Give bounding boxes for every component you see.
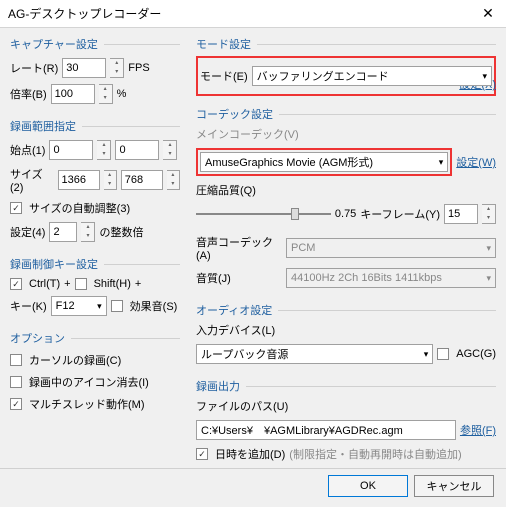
size-w-spinner[interactable]: ▴▾ (104, 170, 117, 190)
options-group: オプション カーソルの録画(C) 録画中のアイコン消去(I) マルチスレッド動作… (10, 330, 180, 412)
ok-button[interactable]: OK (328, 475, 408, 497)
footer: OK キャンセル (0, 468, 506, 503)
scale-spinner[interactable]: ▴▾ (99, 84, 113, 104)
agc-checkbox[interactable] (437, 348, 449, 360)
control-title: 録画制御キー設定 (10, 259, 104, 271)
device-label: 入力デバイス(L) (196, 322, 496, 338)
codec-highlight: AmuseGraphics Movie (AGM形式) (196, 148, 452, 176)
multithread-checkbox[interactable] (10, 398, 22, 410)
size-h-spinner[interactable]: ▴▾ (167, 170, 180, 190)
mode-select[interactable]: バッファリングエンコード (252, 66, 492, 86)
ctrl-checkbox[interactable] (10, 278, 22, 290)
datetime-label: 日時を追加(D) (215, 446, 285, 462)
keyframe-label: キーフレーム(Y) (360, 206, 440, 222)
audio-group: オーディオ設定 入力デバイス(L) ループバック音源 AGC(G) (196, 302, 496, 364)
agc-label: AGC(G) (456, 348, 496, 360)
auto-adjust-checkbox[interactable] (10, 202, 22, 214)
origin-x-spinner[interactable]: ▴▾ (97, 140, 111, 160)
window-title: AG-デスクトップレコーダー (8, 5, 161, 22)
erase-icon-checkbox[interactable] (10, 376, 22, 388)
quality-slider[interactable] (196, 205, 331, 223)
datetime-checkbox[interactable] (196, 448, 208, 460)
size-w-input[interactable]: 1366 (58, 170, 100, 190)
cursor-label: カーソルの録画(C) (29, 352, 121, 368)
rate-spinner[interactable]: ▴▾ (110, 58, 124, 78)
setting4-suffix: の整数倍 (99, 224, 143, 240)
percent-label: % (117, 88, 127, 100)
path-label: ファイルのパス(U) (196, 398, 496, 414)
origin-label: 始点(1) (10, 142, 45, 158)
shift-label: Shift(H) (94, 278, 131, 290)
cursor-checkbox[interactable] (10, 354, 22, 366)
quality-value: 0.75 (335, 208, 356, 220)
rate-input[interactable]: 30 (62, 58, 106, 78)
keyframe-input[interactable]: 15 (444, 204, 478, 224)
audio-title: オーディオ設定 (196, 305, 278, 317)
range-title: 録画範囲指定 (10, 121, 82, 133)
plus1: + (64, 278, 70, 290)
codec-group: コーデック設定 メインコーデック(V) AmuseGraphics Movie … (196, 106, 496, 288)
multithread-label: マルチスレッド動作(M) (29, 396, 145, 412)
range-group: 録画範囲指定 始点(1) 0 ▴▾ 0 ▴▾ サイズ(2) 1366 ▴▾ 76… (10, 118, 180, 242)
setting4-input[interactable]: 2 (49, 222, 77, 242)
origin-x-input[interactable]: 0 (49, 140, 93, 160)
datetime-note: (制限指定・自動再開時は自動追加) (289, 446, 461, 462)
audio-quality-label: 音質(J) (196, 270, 282, 286)
close-icon[interactable]: ✕ (478, 5, 498, 22)
plus2: + (135, 278, 141, 290)
codec-title: コーデック設定 (196, 109, 279, 121)
titlebar: AG-デスクトップレコーダー ✕ (0, 0, 506, 28)
key-label: キー(K) (10, 298, 47, 314)
scale-input[interactable]: 100 (51, 84, 95, 104)
mode-group: モード設定 モード(E) バッファリングエンコード 設定(X) (196, 36, 496, 92)
keyframe-spinner[interactable]: ▴▾ (482, 204, 496, 224)
ctrl-label: Ctrl(T) (29, 278, 60, 290)
shift-checkbox[interactable] (75, 278, 87, 290)
origin-y-input[interactable]: 0 (115, 140, 159, 160)
audio-codec-select[interactable]: PCM (286, 238, 496, 258)
setting4-spinner[interactable]: ▴▾ (81, 222, 95, 242)
key-select[interactable]: F12 (51, 296, 107, 316)
size-h-input[interactable]: 768 (121, 170, 163, 190)
size-label: サイズ(2) (10, 166, 54, 194)
sfx-checkbox[interactable] (111, 300, 123, 312)
quality-label: 圧縮品質(Q) (196, 182, 496, 198)
capture-group: キャプチャー設定 レート(R) 30 ▴▾ FPS 倍率(B) 100 ▴▾ % (10, 36, 180, 104)
device-select[interactable]: ループバック音源 (196, 344, 433, 364)
main-codec-label: メインコーデック(V) (196, 126, 496, 142)
main-codec-select[interactable]: AmuseGraphics Movie (AGM形式) (200, 152, 448, 172)
auto-adjust-label: サイズの自動調整(3) (29, 200, 130, 216)
cancel-button[interactable]: キャンセル (414, 475, 494, 497)
options-title: オプション (10, 333, 71, 345)
capture-title: キャプチャー設定 (10, 39, 104, 51)
mode-label: モード(E) (200, 68, 248, 84)
setting4-label: 設定(4) (10, 224, 45, 240)
control-group: 録画制御キー設定 Ctrl(T) + Shift(H) + キー(K) F12 … (10, 256, 180, 316)
fps-label: FPS (128, 62, 149, 74)
output-group: 録画出力 ファイルのパス(U) C:¥Users¥ ¥AGMLibrary¥AG… (196, 378, 496, 462)
origin-y-spinner[interactable]: ▴▾ (163, 140, 177, 160)
output-title: 録画出力 (196, 381, 246, 393)
audio-codec-label: 音声コーデック(A) (196, 234, 282, 262)
path-input[interactable]: C:¥Users¥ ¥AGMLibrary¥AGDRec.agm (196, 420, 456, 440)
audio-quality-select[interactable]: 44100Hz 2Ch 16Bits 1411kbps (286, 268, 496, 288)
scale-label: 倍率(B) (10, 86, 47, 102)
codec-setting-link[interactable]: 設定(W) (456, 154, 496, 170)
sfx-label: 効果音(S) (130, 298, 178, 314)
rate-label: レート(R) (10, 60, 58, 76)
mode-title: モード設定 (196, 39, 257, 51)
erase-icon-label: 録画中のアイコン消去(I) (29, 374, 149, 390)
browse-link[interactable]: 参照(F) (460, 422, 496, 438)
